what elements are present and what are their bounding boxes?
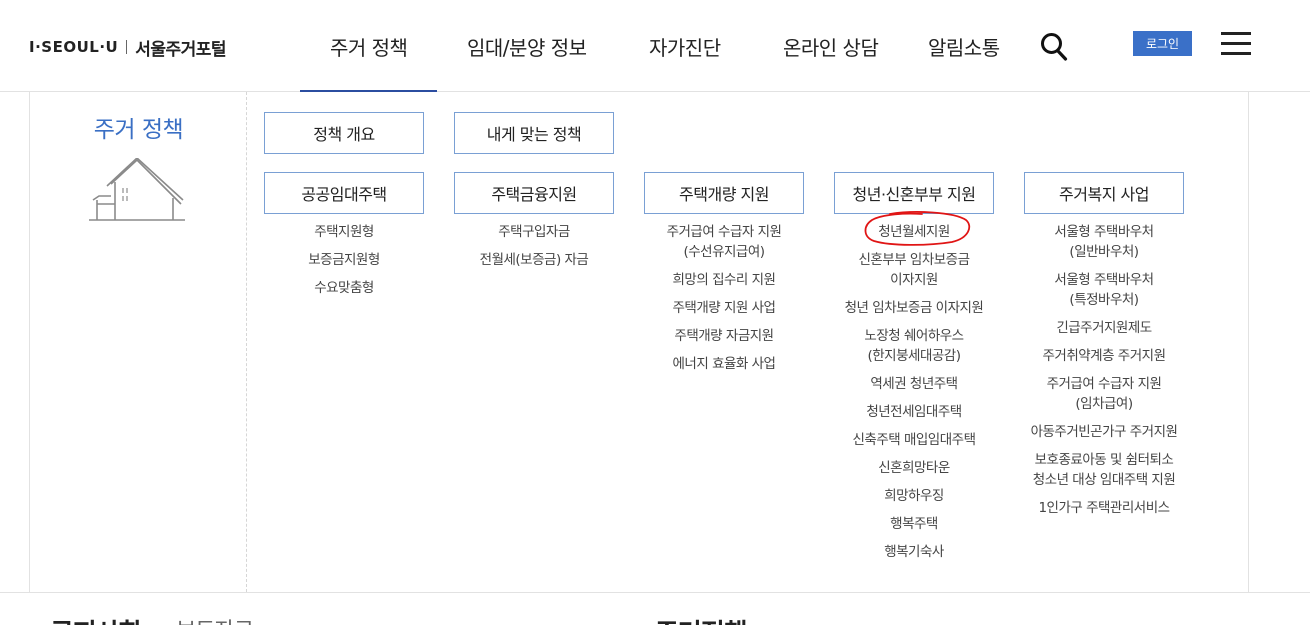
site-header: I·SEOUL·U 서울주거포털 주거 정책 임대/분양 정보 자가진단 온라인…	[0, 0, 1310, 93]
house-icon	[89, 158, 185, 221]
sub-item[interactable]: 주거급여 수급자 지원 (임차급여)	[1024, 374, 1184, 414]
sub-item[interactable]: 청년전세임대주택	[834, 402, 994, 422]
search-icon[interactable]	[1040, 32, 1068, 62]
sub-item[interactable]: 행복주택	[834, 514, 994, 534]
sub-item[interactable]: 전월세(보증금) 자금	[454, 250, 614, 270]
notice-heading[interactable]: 공지사항	[50, 613, 143, 625]
sub-item[interactable]: 에너지 효율화 사업	[644, 354, 804, 374]
my-policy-button[interactable]: 내게 맞는 정책	[454, 112, 614, 154]
sub-item-youth-monthly-rent[interactable]: 청년월세지원	[834, 222, 994, 242]
sub-item[interactable]: 서울형 주택바우처 (특정바우처)	[1024, 270, 1184, 310]
nav-online-consult[interactable]: 온라인 상담	[750, 0, 906, 92]
sub-item[interactable]: 신혼희망타운	[834, 458, 994, 478]
sub-item[interactable]: 주택지원형	[264, 222, 424, 242]
sub-item[interactable]: 1인가구 주택관리서비스	[1024, 498, 1184, 518]
logo-divider	[126, 40, 128, 54]
category-public-rental[interactable]: 공공임대주택	[264, 172, 424, 214]
nav-housing-policy[interactable]: 주거 정책	[300, 0, 437, 93]
sub-item[interactable]: 행복기숙사	[834, 542, 994, 562]
panel-col-my-policy: 내게 맞는 정책	[454, 112, 614, 154]
sub-item[interactable]: 긴급주거지원제도	[1024, 318, 1184, 338]
housing-improvement-list: 주거급여 수급자 지원 (수선유지급여) 희망의 집수리 지원 주택개량 지원 …	[644, 214, 804, 374]
sub-item[interactable]: 아동주거빈곤가구 주거지원	[1024, 422, 1184, 442]
sub-item[interactable]: 수요맞춤형	[264, 278, 424, 298]
panel-sidebar: 주거 정책	[30, 92, 247, 592]
public-rental-list: 주택지원형 보증금지원형 수요맞춤형	[264, 214, 424, 298]
sub-item[interactable]: 노장청 쉐어하우스 (한지붕세대공감)	[834, 326, 994, 366]
sub-item[interactable]: 희망의 집수리 지원	[644, 270, 804, 290]
sub-item[interactable]: 청년 임차보증금 이자지원	[834, 298, 994, 318]
category-housing-finance[interactable]: 주택금융지원	[454, 172, 614, 214]
nav-self-diagnosis[interactable]: 자가진단	[617, 0, 750, 92]
main-navigation: 주거 정책 임대/분양 정보 자가진단 온라인 상담 알림소통	[300, 0, 1016, 93]
housing-policy-heading[interactable]: 주거정책	[655, 613, 748, 625]
category-column-youth-newlywed: 청년·신혼부부 지원 청년월세지원 신혼부부 임차보증금 이자지원 청년 임차보…	[834, 172, 994, 570]
category-column-housing-improvement: 주택개량 지원 주거급여 수급자 지원 (수선유지급여) 희망의 집수리 지원 …	[644, 172, 804, 382]
housing-policy-dropdown: 주거 정책 정책 개요 내게 맞는 정책 공공임대주택 주택지원형 보증금지원형…	[29, 92, 1249, 592]
bottom-section: 공지사항 보도자료 주거정책	[0, 592, 1310, 625]
category-column-public-rental: 공공임대주택 주택지원형 보증금지원형 수요맞춤형	[264, 172, 424, 306]
housing-finance-list: 주택구입자금 전월세(보증금) 자금	[454, 214, 614, 270]
nav-notice[interactable]: 알림소통	[906, 0, 1016, 92]
sub-item[interactable]: 신혼부부 임차보증금 이자지원	[834, 250, 994, 290]
panel-col-overview: 정책 개요	[264, 112, 424, 154]
site-logo[interactable]: I·SEOUL·U 서울주거포털	[29, 36, 227, 60]
panel-title: 주거 정책	[93, 117, 184, 143]
hamburger-menu-icon[interactable]	[1221, 32, 1251, 56]
login-button[interactable]: 로그인	[1133, 31, 1192, 56]
policy-overview-button[interactable]: 정책 개요	[264, 112, 424, 154]
sub-item[interactable]: 주거급여 수급자 지원 (수선유지급여)	[644, 222, 804, 262]
sub-item[interactable]: 보증금지원형	[264, 250, 424, 270]
sub-item[interactable]: 역세권 청년주택	[834, 374, 994, 394]
sub-item[interactable]: 서울형 주택바우처 (일반바우처)	[1024, 222, 1184, 262]
category-housing-improvement[interactable]: 주택개량 지원	[644, 172, 804, 214]
category-column-housing-welfare: 주거복지 사업 서울형 주택바우처 (일반바우처) 서울형 주택바우처 (특정바…	[1024, 172, 1184, 526]
sub-item[interactable]: 주거취약계층 주거지원	[1024, 346, 1184, 366]
sub-item[interactable]: 주택구입자금	[454, 222, 614, 242]
housing-welfare-list: 서울형 주택바우처 (일반바우처) 서울형 주택바우처 (특정바우처) 긴급주거…	[1024, 214, 1184, 518]
sub-item[interactable]: 신축주택 매입임대주택	[834, 430, 994, 450]
youth-newlywed-list: 청년월세지원 신혼부부 임차보증금 이자지원 청년 임차보증금 이자지원 노장청…	[834, 214, 994, 562]
sub-item[interactable]: 주택개량 자금지원	[644, 326, 804, 346]
logo-brand: I·SEOUL·U	[29, 38, 119, 56]
category-housing-welfare[interactable]: 주거복지 사업	[1024, 172, 1184, 214]
logo-name: 서울주거포털	[135, 39, 227, 60]
category-column-housing-finance: 주택금융지원 주택구입자금 전월세(보증금) 자금	[454, 172, 614, 278]
sub-item[interactable]: 보호종료아동 및 쉼터퇴소 청소년 대상 임대주택 지원	[1024, 450, 1184, 490]
sub-item[interactable]: 희망하우징	[834, 486, 994, 506]
press-heading[interactable]: 보도자료	[176, 613, 254, 625]
sub-item[interactable]: 주택개량 지원 사업	[644, 298, 804, 318]
nav-rental-sale-info[interactable]: 임대/분양 정보	[437, 0, 617, 92]
category-youth-newlywed[interactable]: 청년·신혼부부 지원	[834, 172, 994, 214]
